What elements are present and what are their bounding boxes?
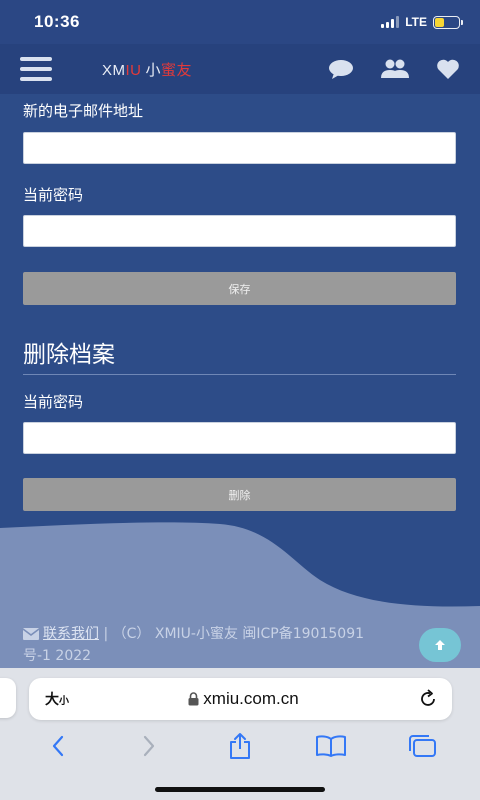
- lock-icon: [188, 692, 199, 706]
- url-display[interactable]: xmiu.com.cn: [69, 689, 418, 709]
- menu-icon[interactable]: [20, 57, 52, 81]
- site-footer: 联系我们 | （C） XMIU-小蜜友 闽ICP备19015091号-1 202…: [22, 624, 383, 666]
- battery-icon: [433, 15, 463, 29]
- current-password-label: 当前密码: [23, 186, 84, 204]
- arrow-up-icon: [435, 640, 445, 650]
- logo-text-xm: XM: [102, 61, 126, 79]
- logo-text-iu: IU: [125, 61, 142, 79]
- new-email-input[interactable]: [23, 132, 456, 164]
- chevron-left-icon: [52, 735, 63, 757]
- top-nav-bar: XMIU 小蜜友: [0, 44, 480, 94]
- back-button[interactable]: [28, 726, 88, 766]
- heart-icon[interactable]: [436, 58, 460, 80]
- forward-button[interactable]: [119, 726, 179, 766]
- delete-profile-heading: 删除档案: [23, 342, 115, 368]
- status-bar: 10:36 LTE: [0, 0, 480, 44]
- tabs-button[interactable]: [392, 726, 452, 766]
- chevron-right-icon: [143, 735, 154, 757]
- save-button[interactable]: 保存: [23, 272, 456, 305]
- settings-content: 新的电子邮件地址 当前密码 保存 删除档案 当前密码 删除: [23, 94, 456, 511]
- bookmarks-button[interactable]: [301, 726, 361, 766]
- address-bar[interactable]: 大小 xmiu.com.cn: [29, 678, 452, 720]
- share-icon: [229, 733, 250, 759]
- email-label: 新的电子邮件地址: [23, 102, 144, 120]
- reload-icon[interactable]: [418, 689, 438, 709]
- friends-icon[interactable]: [380, 59, 410, 79]
- mail-icon: [22, 626, 40, 646]
- status-indicators: LTE: [381, 15, 463, 29]
- browser-toolbar: [0, 724, 480, 768]
- signal-icon: [381, 16, 400, 28]
- text-size-button[interactable]: 大小: [45, 689, 69, 709]
- footer-separator: |: [99, 626, 109, 642]
- delete-password-input[interactable]: [23, 422, 456, 454]
- delete-button[interactable]: 删除: [23, 478, 456, 511]
- text-size-large-label: 大: [45, 692, 59, 708]
- site-logo[interactable]: XMIU 小蜜友: [102, 59, 192, 80]
- contact-us-link[interactable]: 联系我们: [43, 626, 99, 642]
- status-time: 10:36: [34, 12, 80, 31]
- network-type: LTE: [405, 15, 427, 29]
- home-indicator: [155, 787, 325, 792]
- chat-icon[interactable]: [328, 58, 354, 80]
- logo-text-xiao: 小: [145, 61, 162, 79]
- delete-password-label: 当前密码: [23, 393, 84, 411]
- tabs-icon: [409, 735, 437, 757]
- text-size-small-label: 小: [59, 696, 69, 707]
- previous-tab-preview[interactable]: [0, 678, 16, 718]
- current-password-input[interactable]: [23, 215, 456, 247]
- book-icon: [316, 735, 347, 757]
- battery-level: [435, 17, 445, 27]
- url-text: xmiu.com.cn: [203, 689, 299, 708]
- back-to-top-button[interactable]: [419, 628, 461, 662]
- nav-icon-group: [328, 58, 460, 80]
- logo-text-miyou: 蜜友: [161, 61, 193, 79]
- section-divider: [23, 374, 456, 375]
- share-button[interactable]: [210, 726, 270, 766]
